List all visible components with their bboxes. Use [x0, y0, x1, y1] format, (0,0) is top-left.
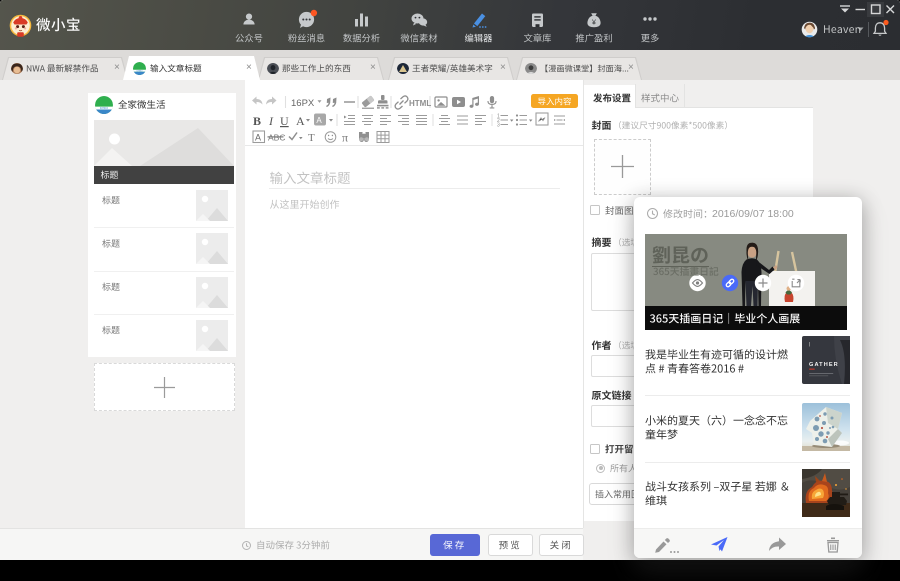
- svg-text:ICHIKO: ICHIKO: [100, 107, 108, 110]
- svg-text:ICHIKO: ICHIKO: [137, 70, 144, 72]
- svg-text:GATHER: GATHER: [809, 362, 839, 368]
